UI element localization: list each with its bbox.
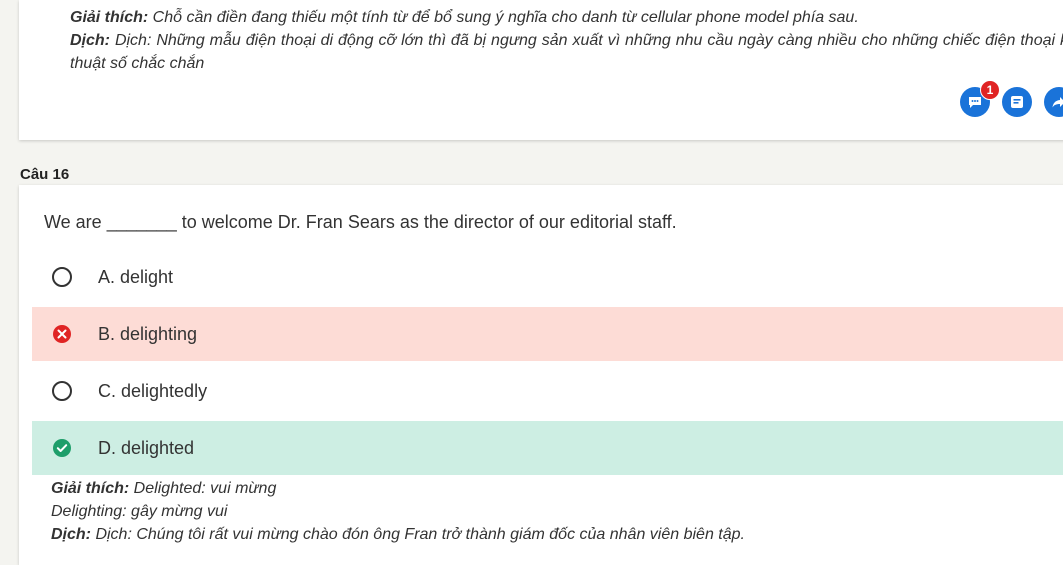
note-button[interactable] — [1002, 87, 1032, 117]
radio-empty-icon — [52, 267, 72, 287]
giai-thich-label: Giải thích: — [70, 9, 149, 26]
comment-count-badge: 1 — [980, 80, 1000, 100]
wrong-x-icon — [52, 324, 72, 344]
option-c-label: C. delightedly — [98, 380, 208, 401]
previous-explanation: Giải thích: Chỗ cần điền đang thiếu một … — [70, 6, 1063, 75]
previous-explanation-translation: Dịch: Dịch: Những mẫu điện thoại di động… — [70, 29, 1063, 75]
option-a-label: A. delight — [98, 266, 174, 287]
question-number: Câu 16 — [20, 166, 70, 183]
note-icon — [1011, 96, 1023, 108]
option-c[interactable]: C. delightedly — [32, 364, 1063, 418]
option-d-label: D. delighted — [98, 437, 195, 458]
option-b-label: B. delighting — [98, 323, 198, 344]
question-text: We are _______ to welcome Dr. Fran Sears… — [44, 212, 677, 232]
option-b[interactable]: B. delighting — [32, 307, 1063, 361]
previous-explanation-reason: Giải thích: Chỗ cần điền đang thiếu một … — [70, 6, 1063, 29]
option-a[interactable]: A. delight — [32, 250, 1063, 304]
previous-answer-card: Giải thích: Chỗ cần điền đang thiếu một … — [19, 0, 1063, 140]
chat-bubble-icon — [969, 97, 981, 108]
giai-thich-text: Chỗ cần điền đang thiếu một tính từ để b… — [148, 9, 859, 26]
explanation-line-1-text: Delighted: vui mừng — [129, 480, 277, 497]
dich-label: Dịch: — [51, 526, 91, 543]
answer-explanation: Giải thích: Delighted: vui mừng Delighti… — [51, 477, 1051, 546]
option-d[interactable]: D. delighted — [32, 421, 1063, 475]
comment-button[interactable]: 1 — [960, 80, 1000, 117]
radio-empty-icon — [52, 381, 72, 401]
correct-check-icon — [52, 438, 72, 458]
giai-thich-label: Giải thích: — [51, 480, 130, 497]
dich-text: Dịch: Chúng tôi rất vui mừng chào đón ôn… — [91, 526, 745, 543]
share-button[interactable] — [1044, 87, 1063, 117]
share-arrow-icon — [1052, 97, 1063, 108]
dich-text: Dịch: Những mẫu điện thoại di động cỡ lớ… — [70, 32, 1063, 72]
explanation-line-2: Delighting: gây mừng vui — [51, 503, 228, 520]
explanation-line-1: Giải thích: Delighted: vui mừng — [51, 477, 1051, 500]
action-buttons: 1 — [960, 80, 1063, 117]
dich-label: Dịch: — [70, 32, 110, 49]
explanation-translation: Dịch: Dịch: Chúng tôi rất vui mừng chào … — [51, 523, 1051, 546]
